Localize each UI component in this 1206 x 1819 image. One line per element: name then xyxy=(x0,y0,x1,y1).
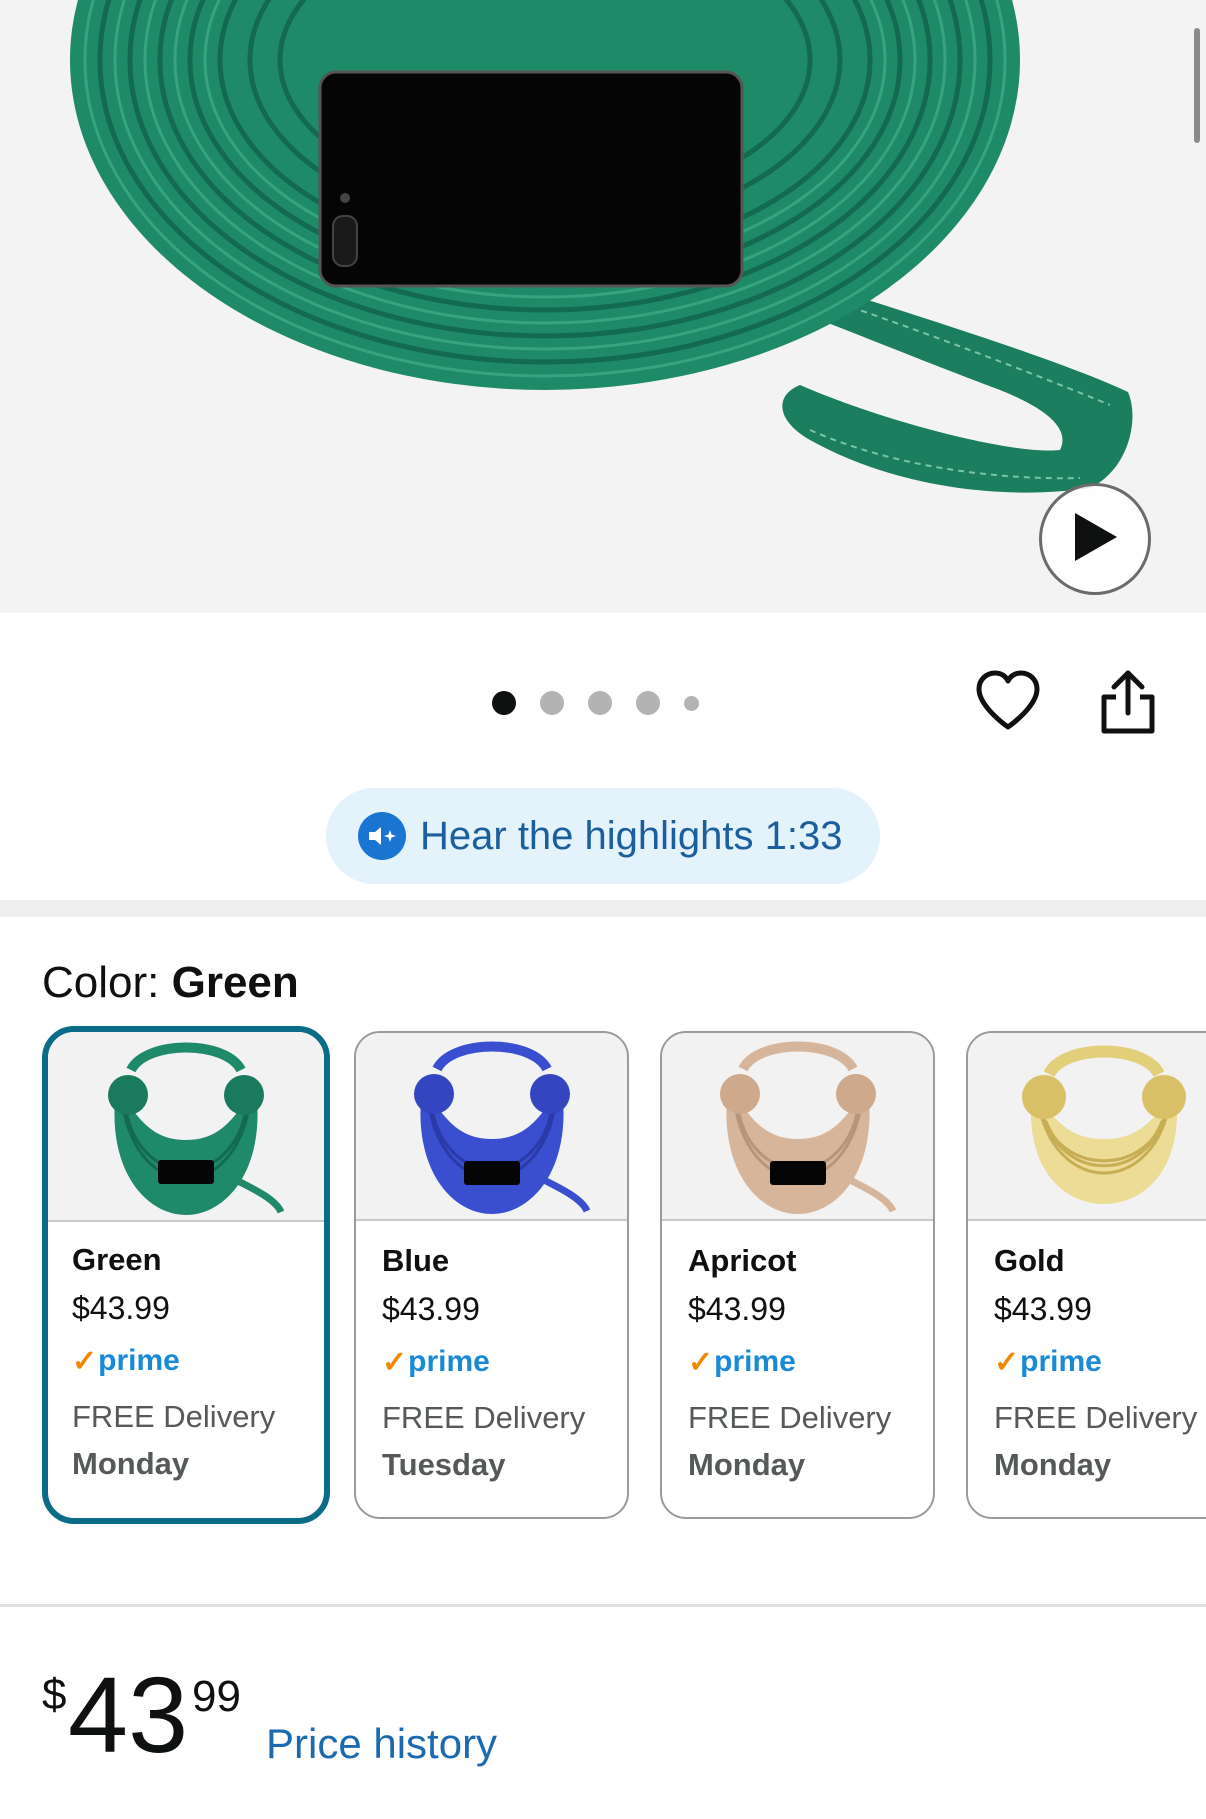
color-variant-green[interactable]: Green $43.99 ✓ prime FREE Delivery Monday xyxy=(42,1026,330,1524)
pager-dot[interactable] xyxy=(588,691,612,715)
variant-thumbnail xyxy=(968,1033,1206,1221)
prime-badge: ✓ prime xyxy=(688,1345,796,1379)
scrollbar[interactable] xyxy=(1194,28,1200,143)
carousel-pager[interactable] xyxy=(492,690,699,716)
audio-sparkle-icon xyxy=(358,812,406,860)
variant-thumbnail xyxy=(356,1033,627,1221)
hear-highlights-label: Hear the highlights 1:33 xyxy=(420,813,843,858)
delivery-text: FREE Delivery xyxy=(688,1400,892,1435)
product-image-carousel[interactable] xyxy=(0,0,1206,613)
variant-price: $43.99 xyxy=(688,1291,786,1327)
play-icon xyxy=(1071,511,1119,568)
delivery-text: FREE Delivery xyxy=(72,1399,276,1434)
share-button[interactable] xyxy=(1098,669,1158,737)
pager-dot[interactable] xyxy=(540,691,564,715)
pager-dot[interactable] xyxy=(684,695,699,711)
delivery-day: Tuesday xyxy=(382,1447,506,1482)
variant-name: Green xyxy=(72,1242,162,1277)
prime-badge: ✓ prime xyxy=(382,1345,490,1379)
pager-dot[interactable] xyxy=(636,691,660,715)
variant-price: $43.99 xyxy=(382,1291,480,1327)
color-variant-apricot[interactable]: Apricot $43.99 ✓ prime FREE Delivery Mond… xyxy=(660,1031,935,1519)
share-icon xyxy=(1098,670,1158,741)
variant-thumbnail xyxy=(662,1033,933,1221)
price-whole: 43 xyxy=(68,1654,189,1775)
variant-name: Blue xyxy=(382,1243,450,1278)
variant-name: Gold xyxy=(994,1243,1065,1278)
variant-thumbnail xyxy=(48,1032,324,1222)
section-divider xyxy=(0,900,1206,917)
product-image xyxy=(70,0,1133,493)
price-fraction: 99 xyxy=(192,1672,241,1721)
selected-color-value: Green xyxy=(171,958,299,1007)
pager-dot-active[interactable] xyxy=(492,691,516,715)
hear-highlights-button[interactable]: Hear the highlights 1:33 xyxy=(326,788,880,884)
price-block: $ 43 99 Price history xyxy=(42,1660,742,1770)
play-video-button[interactable] xyxy=(1039,483,1151,595)
price-currency-symbol: $ xyxy=(42,1670,67,1719)
section-divider xyxy=(0,1604,1206,1607)
delivery-day: Monday xyxy=(994,1447,1112,1482)
prime-check-icon: ✓ xyxy=(688,1345,714,1379)
variant-name: Apricot xyxy=(688,1243,797,1278)
color-selection-label: Color: Green xyxy=(42,958,299,1007)
delivery-text: FREE Delivery xyxy=(382,1400,586,1435)
delivery-day: Monday xyxy=(688,1447,806,1482)
delivery-text: FREE Delivery xyxy=(994,1400,1198,1435)
delivery-day: Monday xyxy=(72,1446,190,1481)
prime-check-icon: ✓ xyxy=(382,1345,408,1379)
color-variant-gold[interactable]: Gold $43.99 ✓ prime FREE Delivery Monday xyxy=(966,1031,1206,1519)
add-to-list-button[interactable] xyxy=(975,669,1041,733)
variant-price: $43.99 xyxy=(994,1291,1092,1327)
color-variant-blue[interactable]: Blue $43.99 ✓ prime FREE Delivery Tuesday xyxy=(354,1031,629,1519)
prime-check-icon: ✓ xyxy=(72,1344,98,1378)
variant-price: $43.99 xyxy=(72,1290,170,1326)
price-history-link[interactable]: Price history xyxy=(266,1720,497,1768)
heart-icon xyxy=(975,670,1041,737)
prime-badge: ✓ prime xyxy=(72,1344,180,1378)
prime-check-icon: ✓ xyxy=(994,1345,1020,1379)
prime-badge: ✓ prime xyxy=(994,1345,1102,1379)
